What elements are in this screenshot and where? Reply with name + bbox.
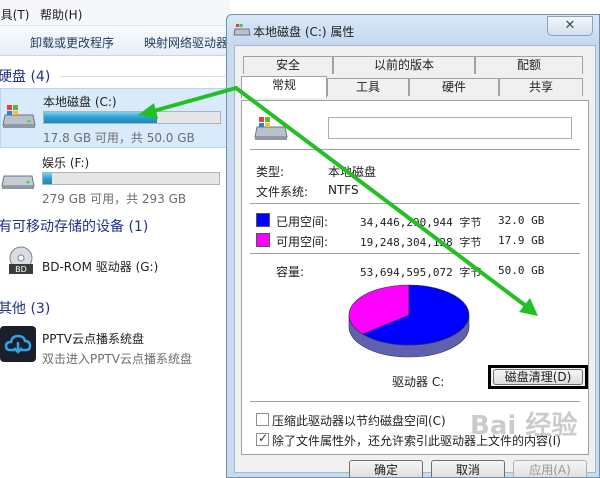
drive-c-name: 本地磁盘 (C:) xyxy=(43,95,117,109)
drive-c-usage-bar xyxy=(43,111,221,124)
hard-drive-icon xyxy=(1,175,35,189)
type-value: 本地磁盘 xyxy=(328,165,377,179)
divider xyxy=(250,203,580,204)
disk-usage-pie-chart xyxy=(348,284,470,358)
pptv-drive[interactable]: PPTV云点播系统盘 双击进入PPTV云点播系统盘 xyxy=(0,322,230,372)
menu-bar: ]具(T) 帮助(H) xyxy=(0,0,230,26)
drive-f-usage-fill xyxy=(43,173,52,184)
disk-cleanup-button[interactable]: 磁盘清理(D) xyxy=(493,369,583,385)
general-tab-page: 类型: 本地磁盘 文件系统: NTFS 已用空间: 34,446,290,944… xyxy=(241,100,589,455)
group-removable-storage[interactable]: 有可移动存储的设备 (1) xyxy=(0,216,148,236)
drive-icon xyxy=(233,24,251,36)
tab-security[interactable]: 安全 xyxy=(243,56,333,74)
free-space-label: 可用空间: xyxy=(276,235,329,249)
hard-drive-windows-icon xyxy=(254,117,288,140)
filesystem-label: 文件系统: xyxy=(256,185,309,199)
cancel-button[interactable]: 取消 xyxy=(431,460,505,477)
tab-tools[interactable]: 工具 xyxy=(327,78,409,96)
close-button[interactable]: ✕ xyxy=(547,16,593,36)
used-space-label: 已用空间: xyxy=(276,215,329,229)
group-other[interactable]: 其他 (3) xyxy=(0,298,50,318)
compress-label: 压缩此驱动器以节约磁盘空间(C) xyxy=(272,414,446,428)
type-label: 类型: xyxy=(256,165,285,179)
tab-hardware[interactable]: 硬件 xyxy=(409,78,499,96)
drive-c-info: 17.8 GB 可用，共 50.0 GB xyxy=(43,131,195,145)
divider xyxy=(250,149,580,150)
apply-button[interactable]: 应用(A) xyxy=(513,460,587,477)
volume-label-input[interactable] xyxy=(328,117,572,139)
hard-drive-windows-icon xyxy=(2,105,36,128)
index-checkbox[interactable]: ✓ xyxy=(256,431,269,446)
ok-button[interactable]: 确定 xyxy=(349,460,423,477)
pptv-name: PPTV云点播系统盘 xyxy=(42,332,145,346)
drive-f-info: 279 GB 可用，共 293 GB xyxy=(42,192,187,206)
free-space-swatch xyxy=(256,233,270,247)
used-space-size: 32.0 GB xyxy=(498,214,545,227)
capacity-bytes: 53,694,595,072 字节 xyxy=(360,266,482,279)
bd-icon-text: BD xyxy=(15,265,27,274)
used-space-swatch xyxy=(256,213,270,227)
tab-sharing[interactable]: 共享 xyxy=(499,78,583,96)
free-space-bytes: 19,248,304,128 字节 xyxy=(360,236,482,249)
check-icon: ✓ xyxy=(258,431,269,445)
divider xyxy=(250,401,580,402)
filesystem-value: NTFS xyxy=(328,183,359,197)
optical-drive-icon: BD xyxy=(9,246,33,274)
toolbar: 卸载或更改程序 映射网络驱动器 xyxy=(0,26,230,56)
drive-f[interactable]: 娱乐 (F:) 279 GB 可用，共 293 GB xyxy=(0,150,230,210)
disk-cleanup-highlight: 磁盘清理(D) xyxy=(488,365,588,389)
tab-previous-versions[interactable]: 以前的版本 xyxy=(333,56,475,74)
pptv-description: 双击进入PPTV云点播系统盘 xyxy=(42,352,193,366)
compress-checkbox[interactable] xyxy=(256,413,269,426)
drive-f-name: 娱乐 (F:) xyxy=(42,156,90,170)
drive-c-usage-fill xyxy=(44,112,157,123)
bd-rom-name: BD-ROM 驱动器 (G:) xyxy=(42,260,159,274)
pptv-cloud-icon xyxy=(0,326,36,362)
capacity-label: 容量: xyxy=(276,265,305,279)
uninstall-program-button[interactable]: 卸载或更改程序 xyxy=(30,34,114,51)
baidu-watermark: Bai 经验 xyxy=(470,411,578,441)
capacity-size: 50.0 GB xyxy=(498,264,545,277)
group-hard-disks[interactable]: 硬盘 (4) xyxy=(0,66,50,86)
drive-letter-label: 驱动器 C: xyxy=(392,375,445,389)
tab-general[interactable]: 常规 xyxy=(241,76,327,98)
drive-f-usage-bar xyxy=(42,172,220,185)
divider xyxy=(250,253,580,254)
group-divider xyxy=(60,76,230,77)
free-space-size: 17.9 GB xyxy=(498,234,545,247)
dialog-title: 本地磁盘 (C:) 属性 xyxy=(253,25,355,39)
bd-rom-drive[interactable]: BD BD-ROM 驱动器 (G:) xyxy=(0,238,230,288)
dialog-titlebar[interactable]: 本地磁盘 (C:) 属性 ✕ xyxy=(227,15,599,45)
tab-quota[interactable]: 配额 xyxy=(475,56,583,74)
used-space-bytes: 34,446,290,944 字节 xyxy=(360,216,482,229)
menu-tools[interactable]: ]具(T) xyxy=(0,6,29,23)
map-network-drive-button[interactable]: 映射网络驱动器 xyxy=(144,34,228,51)
menu-help[interactable]: 帮助(H) xyxy=(40,6,82,23)
drive-c[interactable]: 本地磁盘 (C:) 17.8 GB 可用，共 50.0 GB xyxy=(0,88,230,148)
